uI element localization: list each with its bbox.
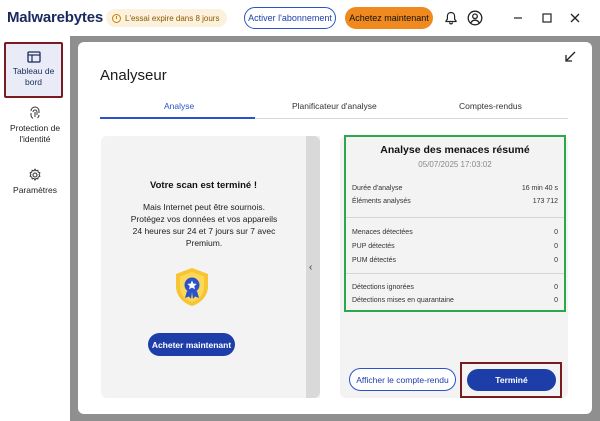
close-icon[interactable]	[566, 9, 584, 27]
summary-divider	[346, 273, 564, 274]
sidebar-item-label: Protection de l'identité	[9, 123, 61, 144]
maximize-icon[interactable]	[538, 9, 556, 27]
summary-row: Durée d'analyse 16 min 40 s	[352, 185, 558, 192]
chevron-left-icon[interactable]: ‹	[309, 262, 312, 273]
sidebar-item-identity[interactable]: Protection de l'identité	[0, 106, 70, 145]
summary-row-label: Éléments analysés	[352, 198, 411, 205]
app-logo: Malwarebytes	[7, 9, 103, 26]
tab-reports[interactable]: Comptes-rendus	[459, 101, 522, 111]
summary-row-label: PUM détectés	[352, 257, 396, 264]
summary-row-value: 0	[554, 257, 558, 264]
buy-now-top-button[interactable]: Achetez maintenant	[345, 7, 433, 29]
page-title: Analyseur	[100, 67, 167, 84]
minimize-icon[interactable]	[509, 9, 527, 27]
promo-line: Mais Internet peut être sournois.	[143, 202, 265, 212]
clock-icon	[112, 13, 121, 23]
done-button[interactable]: Terminé	[467, 369, 556, 391]
tab-bar: Analyse Planificateur d'analyse Comptes-…	[100, 97, 568, 119]
activate-subscription-button[interactable]: Activer l'abonnement	[244, 7, 336, 29]
summary-row-value: 0	[554, 284, 558, 291]
summary-row-value: 0	[554, 243, 558, 250]
top-bar: Malwarebytes L'essai expire dans 8 jours…	[0, 0, 600, 36]
sidebar-item-settings[interactable]: Paramètres	[0, 168, 70, 196]
buy-now-button[interactable]: Acheter maintenant	[148, 333, 235, 356]
summary-row-label: Menaces détectées	[352, 229, 413, 236]
sidebar-item-label: Tableau de bord	[12, 66, 55, 87]
summary-row: Menaces détectées 0	[352, 229, 558, 236]
tab-analyse[interactable]: Analyse	[164, 101, 194, 111]
trial-text: L'essai expire dans 8 jours	[125, 13, 220, 23]
summary-row: Détections ignorées 0	[352, 284, 558, 291]
summary-row-label: Durée d'analyse	[352, 185, 403, 192]
promo-line: Premium.	[185, 238, 223, 248]
view-report-button[interactable]: Afficher le compte-rendu	[349, 368, 456, 391]
promo-title: Votre scan est terminé !	[149, 180, 257, 191]
summary-title: Analyse des menaces résumé	[380, 144, 530, 156]
fingerprint-icon	[30, 106, 40, 119]
summary-row: PUM détectés 0	[352, 257, 558, 264]
promo-line: Protégez vos données et vos appareils	[130, 214, 278, 224]
bell-icon[interactable]	[442, 9, 460, 27]
summary-divider	[346, 217, 564, 218]
sidebar-item-dashboard[interactable]: Tableau de bord	[4, 42, 63, 98]
summary-row-label: Détections ignorées	[352, 284, 414, 291]
account-icon[interactable]	[466, 9, 484, 27]
dashboard-icon	[26, 51, 41, 63]
promo-text: Mais Internet peut être sournois. Protég…	[112, 201, 296, 249]
tab-scheduler[interactable]: Planificateur d'analyse	[292, 101, 377, 111]
trial-badge: L'essai expire dans 8 jours	[106, 9, 228, 27]
summary-row: PUP détectés 0	[352, 243, 558, 250]
summary-row-value: 0	[554, 297, 558, 304]
summary-row-label: Détections mises en quarantaine	[352, 297, 454, 304]
gear-icon	[29, 168, 41, 181]
summary-row: Détections mises en quarantaine 0	[352, 297, 558, 304]
promo-line: 24 heures sur 24 et 7 jours sur 7 avec	[132, 226, 276, 236]
active-tab-indicator	[100, 117, 255, 119]
sidebar-item-label: Paramètres	[13, 185, 57, 195]
collapse-icon[interactable]	[563, 50, 577, 64]
summary-date: 05/07/2025 17:03:02	[418, 160, 492, 169]
summary-row: Éléments analysés 173 712	[352, 198, 558, 205]
summary-row-value: 173 712	[532, 198, 558, 205]
premium-shield-badge-icon	[170, 265, 214, 309]
summary-row-value: 16 min 40 s	[521, 185, 558, 192]
summary-row-value: 0	[554, 229, 558, 236]
summary-row-label: PUP détectés	[352, 243, 395, 250]
